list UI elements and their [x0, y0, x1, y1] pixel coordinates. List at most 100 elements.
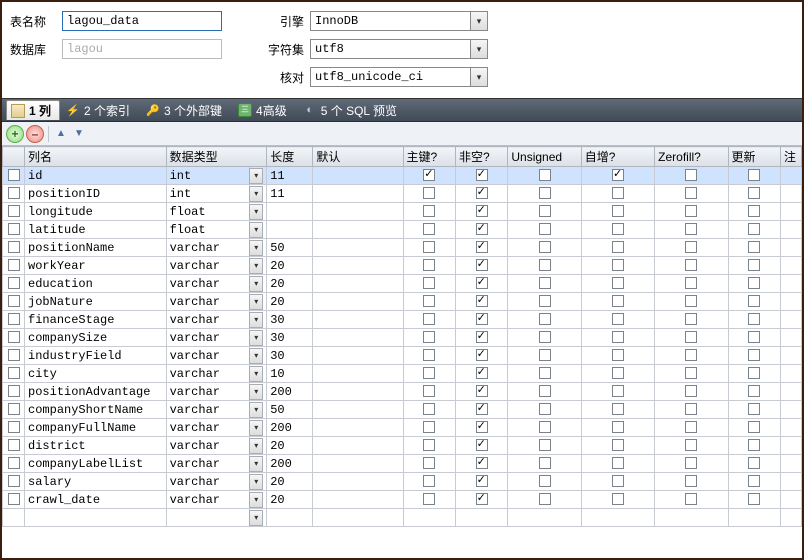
- table-row[interactable]: workYearvarchar▾20: [3, 257, 802, 275]
- checkbox[interactable]: [8, 169, 20, 181]
- checkbox[interactable]: [539, 349, 551, 361]
- table-row[interactable]: industryFieldvarchar▾30: [3, 347, 802, 365]
- checkbox[interactable]: [476, 277, 488, 289]
- checkbox[interactable]: [539, 385, 551, 397]
- table-row[interactable]: companyLabelListvarchar▾200: [3, 455, 802, 473]
- header-update[interactable]: 更新: [728, 147, 780, 167]
- cell-type[interactable]: varchar: [166, 239, 250, 257]
- checkbox[interactable]: [612, 187, 624, 199]
- checkbox[interactable]: [476, 259, 488, 271]
- type-dropdown-button[interactable]: ▾: [249, 204, 263, 220]
- cell-type[interactable]: varchar: [166, 419, 250, 437]
- cell-type[interactable]: varchar: [166, 329, 250, 347]
- cell-type[interactable]: varchar: [166, 293, 250, 311]
- cell-name[interactable]: [25, 509, 167, 527]
- cell-comment[interactable]: [780, 347, 801, 365]
- table-row[interactable]: financeStagevarchar▾30: [3, 311, 802, 329]
- type-dropdown-button[interactable]: ▾: [249, 402, 263, 418]
- cell-name[interactable]: workYear: [25, 257, 167, 275]
- checkbox[interactable]: [685, 169, 697, 181]
- checkbox[interactable]: [748, 421, 760, 433]
- checkbox[interactable]: [748, 349, 760, 361]
- type-dropdown-button[interactable]: ▾: [249, 492, 263, 508]
- cell-comment[interactable]: [780, 275, 801, 293]
- cell-default[interactable]: [313, 365, 403, 383]
- checkbox[interactable]: [539, 169, 551, 181]
- cell-type[interactable]: [166, 509, 250, 527]
- checkbox[interactable]: [423, 439, 435, 451]
- cell-name[interactable]: companyFullName: [25, 419, 167, 437]
- checkbox[interactable]: [685, 259, 697, 271]
- cell-comment[interactable]: [780, 419, 801, 437]
- cell-default[interactable]: [313, 203, 403, 221]
- type-dropdown-button[interactable]: ▾: [249, 330, 263, 346]
- checkbox[interactable]: [476, 403, 488, 415]
- checkbox[interactable]: [539, 241, 551, 253]
- combo-charset-input[interactable]: [310, 39, 470, 59]
- cell-length[interactable]: 20: [267, 275, 313, 293]
- checkbox[interactable]: [423, 259, 435, 271]
- checkbox[interactable]: [423, 223, 435, 235]
- checkbox[interactable]: [685, 403, 697, 415]
- cell-comment[interactable]: [780, 455, 801, 473]
- checkbox[interactable]: [423, 385, 435, 397]
- cell-default[interactable]: [313, 293, 403, 311]
- checkbox[interactable]: [612, 277, 624, 289]
- type-dropdown-button[interactable]: ▾: [249, 312, 263, 328]
- checkbox[interactable]: [748, 439, 760, 451]
- chevron-down-icon[interactable]: ▾: [470, 39, 488, 59]
- checkbox[interactable]: [685, 205, 697, 217]
- checkbox[interactable]: [612, 367, 624, 379]
- checkbox[interactable]: [685, 295, 697, 307]
- cell-comment[interactable]: [780, 509, 801, 527]
- checkbox[interactable]: [8, 475, 20, 487]
- checkbox[interactable]: [748, 241, 760, 253]
- checkbox[interactable]: [539, 223, 551, 235]
- checkbox[interactable]: [612, 241, 624, 253]
- type-dropdown-button[interactable]: ▾: [249, 240, 263, 256]
- checkbox[interactable]: [748, 457, 760, 469]
- cell-name[interactable]: crawl_date: [25, 491, 167, 509]
- cell-default[interactable]: [313, 509, 403, 527]
- cell-comment[interactable]: [780, 329, 801, 347]
- checkbox[interactable]: [423, 187, 435, 199]
- checkbox[interactable]: [539, 421, 551, 433]
- header-length[interactable]: 长度: [267, 147, 313, 167]
- checkbox[interactable]: [685, 475, 697, 487]
- delete-column-button[interactable]: –: [26, 125, 44, 143]
- checkbox[interactable]: [8, 421, 20, 433]
- checkbox[interactable]: [423, 421, 435, 433]
- checkbox[interactable]: [748, 295, 760, 307]
- cell-comment[interactable]: [780, 293, 801, 311]
- checkbox[interactable]: [685, 421, 697, 433]
- cell-default[interactable]: [313, 437, 403, 455]
- cell-default[interactable]: [313, 239, 403, 257]
- checkbox[interactable]: [8, 385, 20, 397]
- checkbox[interactable]: [476, 205, 488, 217]
- checkbox[interactable]: [423, 241, 435, 253]
- checkbox[interactable]: [612, 421, 624, 433]
- checkbox[interactable]: [539, 277, 551, 289]
- cell-name[interactable]: salary: [25, 473, 167, 491]
- cell-default[interactable]: [313, 383, 403, 401]
- cell-length[interactable]: 30: [267, 329, 313, 347]
- cell-name[interactable]: district: [25, 437, 167, 455]
- checkbox[interactable]: [423, 457, 435, 469]
- cell-default[interactable]: [313, 347, 403, 365]
- header-type[interactable]: 数据类型: [166, 147, 267, 167]
- checkbox[interactable]: [476, 367, 488, 379]
- tab-sql-preview[interactable]: ◐ 5 个 SQL 预览: [299, 100, 407, 120]
- type-dropdown-button[interactable]: ▾: [249, 258, 263, 274]
- checkbox[interactable]: [748, 187, 760, 199]
- add-column-button[interactable]: +: [6, 125, 24, 143]
- checkbox[interactable]: [8, 403, 20, 415]
- table-row[interactable]: jobNaturevarchar▾20: [3, 293, 802, 311]
- cell-default[interactable]: [313, 419, 403, 437]
- checkbox[interactable]: [685, 493, 697, 505]
- cell-default[interactable]: [313, 275, 403, 293]
- cell-comment[interactable]: [780, 311, 801, 329]
- checkbox[interactable]: [685, 349, 697, 361]
- header-notnull[interactable]: 非空?: [455, 147, 507, 167]
- checkbox[interactable]: [476, 457, 488, 469]
- checkbox[interactable]: [423, 295, 435, 307]
